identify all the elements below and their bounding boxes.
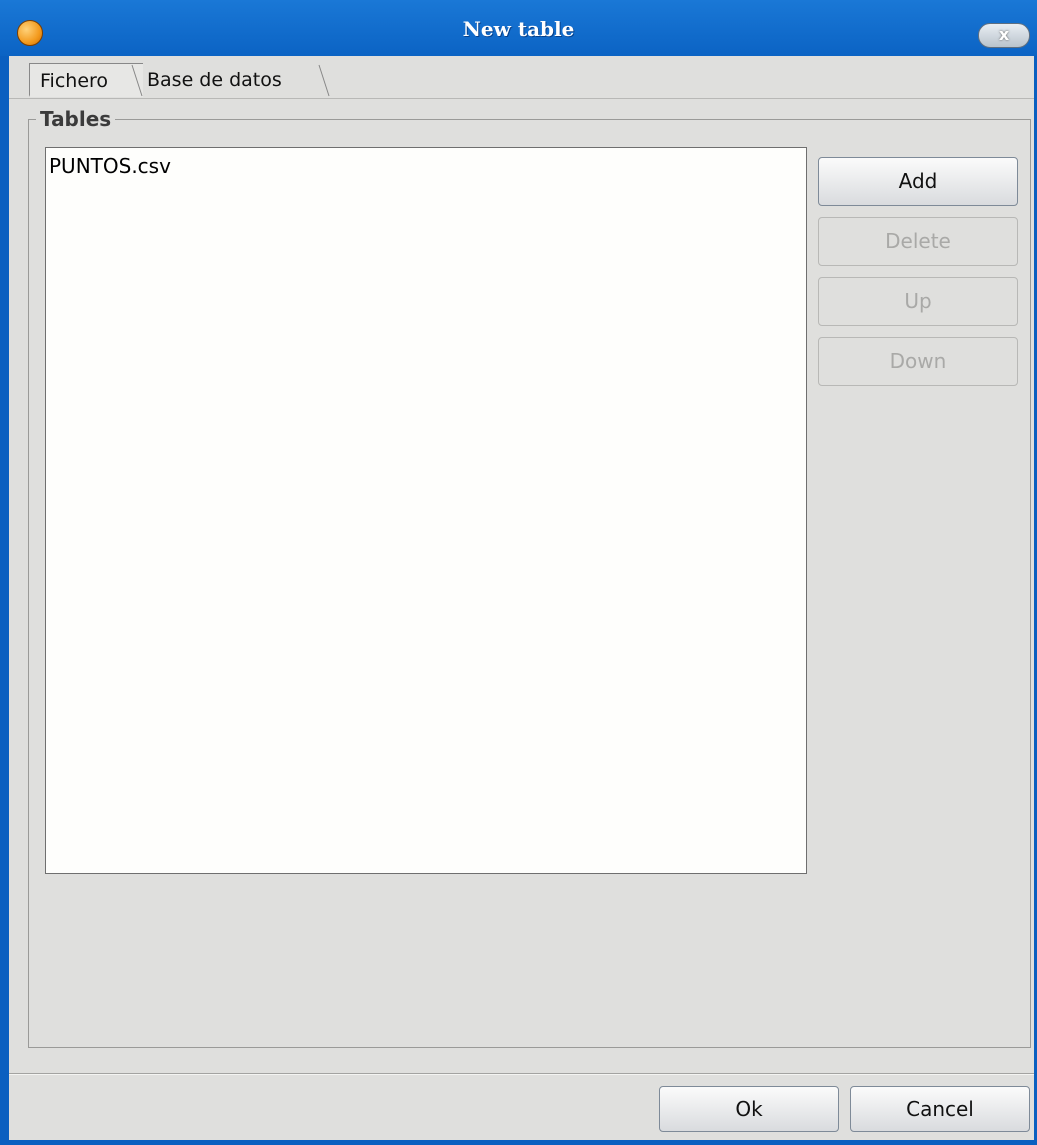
delete-button[interactable]: Delete [818, 217, 1018, 266]
tables-group-label: Tables [36, 107, 116, 131]
tab-strip: Fichero Base de datos [9, 56, 1034, 99]
tab-base-de-datos[interactable]: Base de datos [137, 63, 333, 97]
down-button[interactable]: Down [818, 337, 1018, 386]
tab-fichero-label: Fichero [40, 70, 109, 92]
tab-base-de-datos-label: Base de datos [147, 69, 282, 91]
window-title: New table [462, 17, 575, 41]
tab-divider-icon [318, 64, 330, 97]
ok-button[interactable]: Ok [659, 1086, 839, 1132]
title-bar[interactable]: New table x [0, 0, 1037, 56]
tab-fichero[interactable]: Fichero [29, 63, 143, 97]
add-button[interactable]: Add [818, 157, 1018, 206]
tables-list[interactable]: PUNTOS.csv [45, 147, 807, 874]
up-button[interactable]: Up [818, 277, 1018, 326]
list-item[interactable]: PUNTOS.csv [49, 154, 171, 178]
cancel-button[interactable]: Cancel [850, 1086, 1030, 1132]
close-button[interactable]: x [978, 23, 1030, 48]
